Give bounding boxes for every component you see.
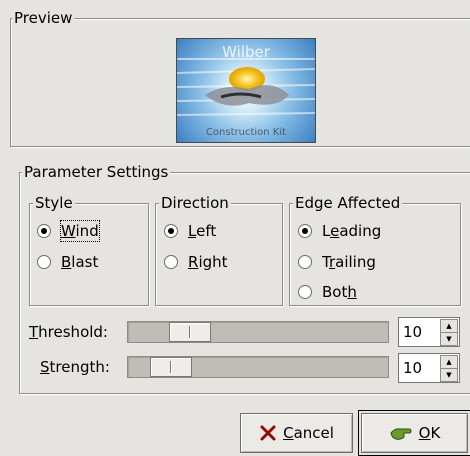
ok-hand-icon — [390, 428, 412, 440]
radio-label: Wind — [60, 220, 100, 242]
radio-label: Right — [188, 253, 228, 271]
radio-indicator — [37, 224, 51, 238]
preview-frame-title: Preview — [12, 9, 75, 27]
radio-label: Trailing — [322, 253, 376, 271]
strength-slider[interactable] — [127, 356, 389, 378]
preview-image-subtitle: Construction Kit — [206, 127, 286, 138]
threshold-label: Threshold: — [29, 323, 108, 341]
close-x-icon — [260, 425, 276, 441]
arrow-up-icon[interactable]: ▲ — [440, 319, 458, 333]
cancel-button-label: Cancel — [283, 424, 334, 442]
edge-affected-frame-title: Edge Affected — [293, 194, 403, 212]
radio-indicator — [164, 255, 178, 269]
radio-label: Both — [322, 283, 357, 301]
style-frame-title: Style — [33, 194, 75, 212]
radio-indicator — [298, 224, 312, 238]
ok-button-label: OK — [418, 424, 441, 442]
preview-image-art: Wilber Construction Kit — [177, 43, 315, 138]
preview-image-title: Wilber — [222, 43, 271, 61]
parameter-settings-title: Parameter Settings — [22, 163, 171, 181]
threshold-value[interactable]: 10 — [403, 322, 422, 342]
radio-indicator — [298, 255, 312, 269]
radio-label: Blast — [61, 253, 99, 271]
strength-spinbutton[interactable]: 10 ▲ ▼ — [398, 353, 460, 383]
arrow-down-icon[interactable]: ▼ — [440, 368, 458, 382]
arrow-up-icon[interactable]: ▲ — [440, 355, 458, 369]
arrow-down-icon[interactable]: ▼ — [440, 332, 458, 346]
cancel-button[interactable]: Cancel — [240, 413, 353, 453]
strength-label: Strength: — [40, 358, 110, 376]
radio-indicator — [298, 285, 312, 299]
preview-image: Wilber Construction Kit — [176, 38, 316, 143]
radio-indicator — [37, 255, 51, 269]
ok-button[interactable]: OK — [358, 410, 470, 456]
strength-value[interactable]: 10 — [403, 358, 422, 378]
direction-frame-title: Direction — [159, 194, 231, 212]
threshold-spinbutton[interactable]: 10 ▲ ▼ — [398, 317, 460, 347]
strength-slider-thumb[interactable] — [150, 357, 192, 377]
radio-indicator — [164, 224, 178, 238]
threshold-slider[interactable] — [127, 321, 389, 343]
radio-label: Left — [188, 222, 217, 240]
radio-label: Leading — [322, 222, 382, 240]
threshold-slider-thumb[interactable] — [169, 322, 211, 342]
